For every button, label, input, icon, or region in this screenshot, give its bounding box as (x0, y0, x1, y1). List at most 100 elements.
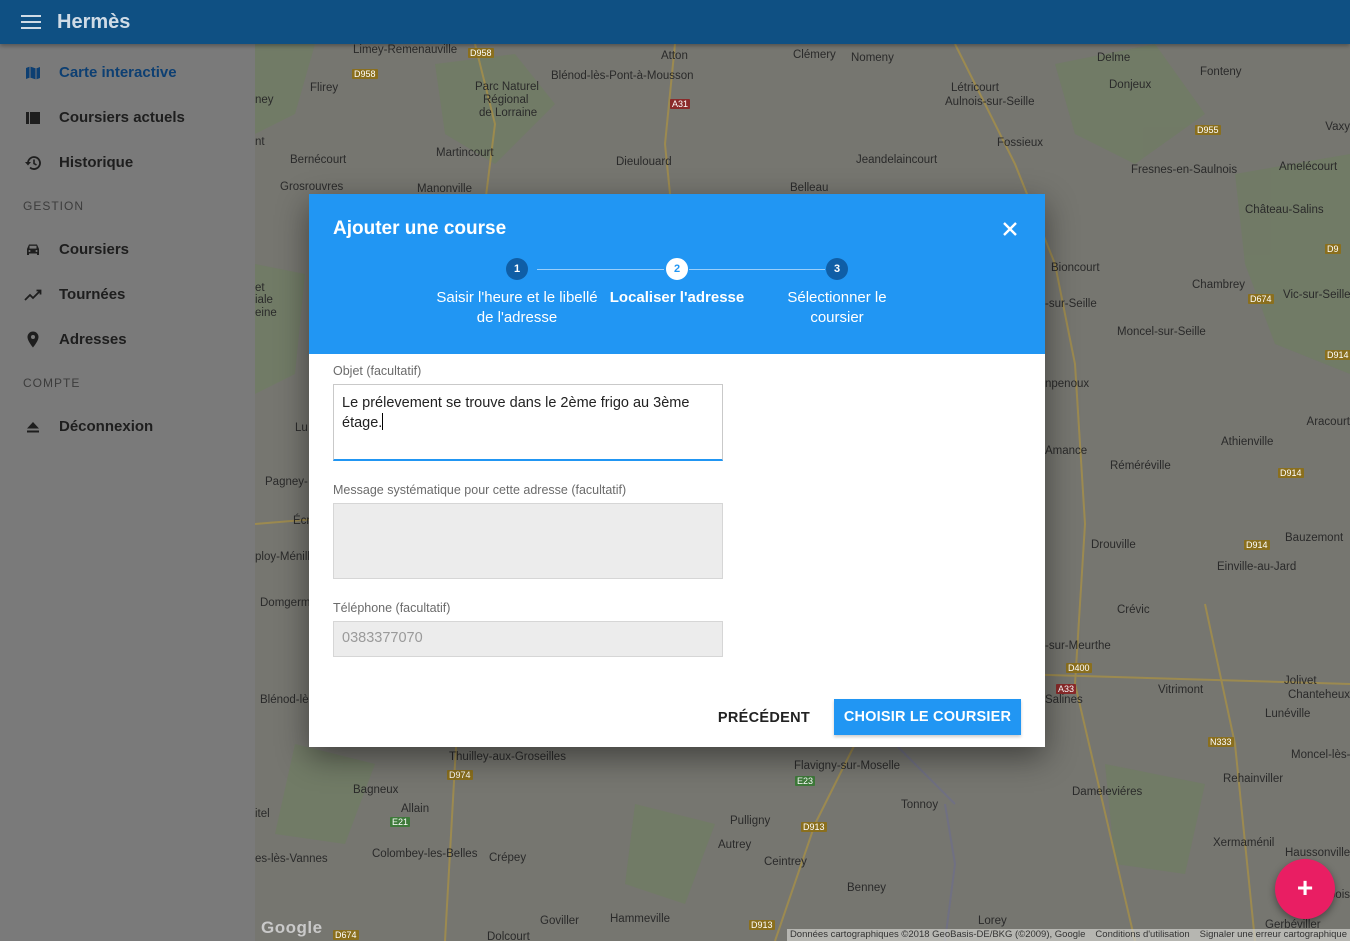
map-place-label: Aracourt (1306, 416, 1350, 428)
sidebar-item-label: Historique (59, 154, 134, 171)
map-road-label: D958 (468, 48, 494, 58)
sidebar-item-deconnexion[interactable]: Déconnexion (0, 404, 255, 449)
map-place-label: Lunéville (1265, 708, 1311, 720)
map-place-label: Pulligny (730, 815, 771, 827)
map-road-label: D674 (1248, 294, 1274, 304)
map-place-label: Dieulouard (616, 156, 672, 168)
map-place-label: Moncel-sur-Seille (1117, 326, 1206, 338)
map-attribution: Données cartographiques ©2018 GeoBasis-D… (786, 929, 1350, 941)
objet-text: Le prélevement se trouve dans le 2ème fr… (342, 395, 690, 431)
close-icon[interactable] (1001, 220, 1019, 238)
map-road-label: E23 (795, 776, 816, 786)
map-place-label: Goviller (540, 915, 579, 927)
section-label-gestion: GESTION (23, 199, 85, 213)
map-place-label: nt (255, 136, 265, 148)
sidebar-item-carte-interactive[interactable]: Carte interactive (0, 50, 255, 95)
map-road-label: D955 (1195, 125, 1221, 135)
map-place-label: Belleau (790, 182, 829, 194)
map-road-label: D674 (333, 930, 359, 940)
map-place-label: Château-Salins (1245, 204, 1324, 216)
attribution-link[interactable]: Conditions d'utilisation (1095, 929, 1189, 941)
map-place-label: Tonnoy (901, 799, 939, 811)
map-place-label: Bagneux (353, 784, 399, 796)
map-place-label: Delme (1097, 52, 1131, 64)
map-place-label: Salines (1045, 694, 1083, 706)
map-road-label: D914 (1325, 350, 1350, 360)
map-place-label: Atton (661, 50, 688, 62)
add-fab-button[interactable]: + (1275, 859, 1335, 919)
sidebar-item-coursiers[interactable]: Coursiers (0, 227, 255, 272)
trending-icon (24, 286, 42, 304)
map-place-label: Benney (847, 882, 887, 894)
map-place-label: Donjeux (1109, 79, 1152, 91)
sidebar-item-label: Coursiers actuels (59, 109, 185, 126)
sidebar-item-tournees[interactable]: Tournées (0, 272, 255, 317)
map-place-label: Vitrimont (1158, 684, 1204, 696)
map-place-label: Pagney- (265, 476, 308, 488)
map-place-label: Flavigny-sur-Moselle (794, 760, 901, 772)
menu-icon[interactable] (21, 15, 41, 29)
map-place-label: Crépey (489, 852, 527, 864)
map-place-label: Réméréville (1110, 460, 1171, 472)
map-place-label: Bioncourt (1051, 262, 1100, 274)
map-place-label: Fonteny (1200, 66, 1242, 78)
map-place-label: Rehainviller (1223, 773, 1284, 785)
step-label: Sélectionner le coursier (787, 289, 887, 326)
map-place-label: Flirey (310, 82, 339, 94)
map-road-label: E21 (390, 817, 411, 827)
sidebar-item-historique[interactable]: Historique (0, 140, 255, 185)
telephone-label: Téléphone (facultatif) (333, 601, 451, 615)
attribution-link[interactable]: Signaler une erreur cartographique (1200, 929, 1347, 941)
objet-textarea[interactable]: Le prélevement se trouve dans le 2ème fr… (333, 384, 723, 461)
map-road-label: D958 (352, 69, 378, 79)
step-number: 1 (506, 258, 528, 280)
map-place-label: Allain (401, 803, 430, 815)
step-3[interactable]: 3 Sélectionner le coursier (747, 258, 927, 328)
map-place-label: npenoux (1045, 378, 1090, 390)
step-number: 3 (826, 258, 848, 280)
map-place-label: Blénod-lè (260, 694, 309, 706)
previous-button[interactable]: PRÉCÉDENT (707, 701, 821, 735)
sidebar: Carte interactive Coursiers actuels Hist… (0, 44, 255, 941)
map-place-label: Fossieux (997, 137, 1044, 149)
map-place-label: Aulnois-sur-Seille (945, 96, 1035, 108)
map-place-label: Amance (1045, 445, 1088, 457)
map-place-label: Lu (295, 422, 308, 434)
car-icon (24, 241, 42, 259)
map-place-label: Régional (483, 94, 529, 106)
map-place-label: Nomeny (851, 52, 894, 64)
map-road-label: D914 (1278, 468, 1304, 478)
map-place-label: Dolcourt (487, 931, 530, 941)
attribution-link: Données cartographiques ©2018 GeoBasis-D… (789, 929, 1086, 940)
map-place-label: Bernécourt (290, 154, 347, 166)
telephone-input[interactable]: 0383377070 (333, 621, 723, 657)
sidebar-item-label: Adresses (59, 331, 127, 348)
dialog-title: Ajouter une course (333, 218, 507, 239)
sidebar-item-label: Déconnexion (59, 418, 154, 435)
map-road-label: D400 (1066, 663, 1092, 673)
map-place-label: Lorey (978, 915, 1007, 927)
plus-icon: + (1296, 872, 1314, 903)
course-form: Objet (facultatif) Le prélevement se tro… (333, 364, 723, 657)
sidebar-item-coursiers-actuels[interactable]: Coursiers actuels (0, 95, 255, 140)
map-place-label: Dameleviéres (1072, 786, 1143, 798)
map-place-label: -sur-Meurthe (1045, 640, 1111, 652)
map-place-label: ploy-Ménill (255, 551, 310, 563)
map-place-label: Athienville (1221, 436, 1274, 448)
sidebar-item-label: Carte interactive (59, 64, 177, 81)
step-1[interactable]: 1 Saisir l'heure et le libellé de l'adre… (427, 258, 607, 328)
map-place-label: Grosrouvres (280, 181, 344, 193)
map-place-label: Limey-Remenauville (353, 44, 458, 56)
sidebar-item-adresses[interactable]: Adresses (0, 317, 255, 362)
map-place-label: Vic-sur-Seille (1283, 289, 1350, 301)
message-textarea[interactable] (333, 503, 723, 579)
google-logo: Google (261, 918, 323, 937)
map-place-label: ney (255, 94, 274, 106)
map-place-label: Parc Naturel (475, 81, 539, 93)
eject-icon (24, 418, 42, 436)
map-place-label: Moncel-lès-Lunéville (1291, 749, 1350, 761)
map-place-label: Chanteheux (1287, 689, 1350, 701)
dialog-header: Ajouter une course 1 Saisir l'heure et l… (309, 194, 1045, 354)
choose-courier-button[interactable]: CHOISIR LE COURSIER (834, 699, 1021, 735)
step-2[interactable]: 2 Localiser l'adresse (587, 258, 767, 308)
